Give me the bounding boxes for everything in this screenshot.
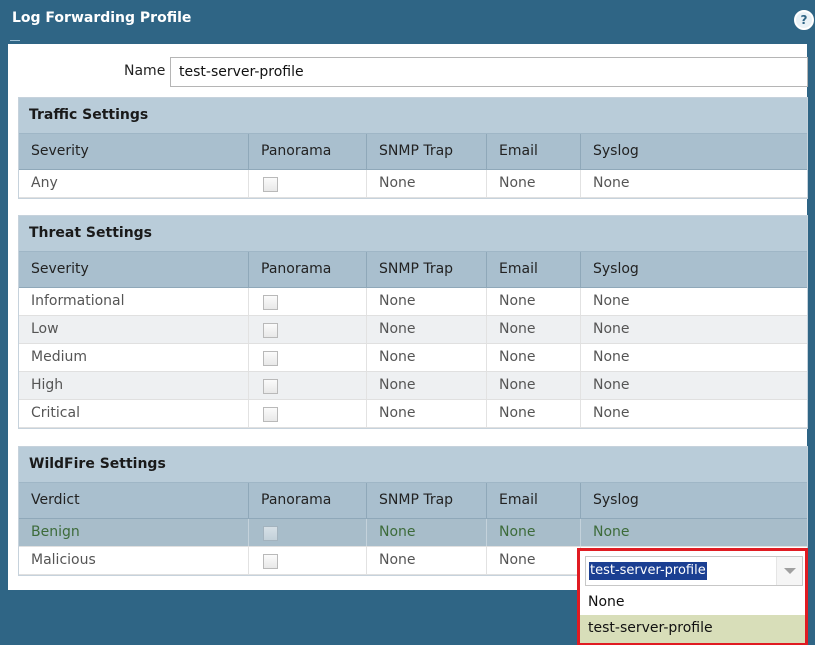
dropdown-option-test-server-profile[interactable]: test-server-profile bbox=[580, 615, 805, 643]
severity-cell: Low bbox=[19, 316, 249, 343]
dialog-titlebar: Log Forwarding Profile bbox=[0, 0, 815, 44]
panorama-cell bbox=[249, 344, 367, 371]
email-cell[interactable]: None bbox=[487, 547, 581, 574]
chevron-down-icon[interactable] bbox=[776, 557, 802, 585]
table-row[interactable]: Benign None None None bbox=[19, 519, 807, 547]
column-header-email[interactable]: Email bbox=[487, 134, 581, 169]
column-header-syslog[interactable]: Syslog bbox=[581, 483, 807, 518]
email-cell[interactable]: None bbox=[487, 170, 581, 197]
threat-settings-section: Threat Settings Severity Panorama SNMP T… bbox=[18, 215, 808, 429]
panorama-checkbox[interactable] bbox=[263, 295, 278, 310]
panorama-cell bbox=[249, 170, 367, 197]
column-header-severity[interactable]: Severity bbox=[19, 252, 249, 287]
email-cell[interactable]: None bbox=[487, 372, 581, 399]
syslog-combobox[interactable]: test-server-profile bbox=[585, 556, 803, 586]
snmp-cell[interactable]: None bbox=[367, 344, 487, 371]
column-header-severity[interactable]: Severity bbox=[19, 134, 249, 169]
section-title: WildFire Settings bbox=[19, 447, 807, 483]
column-header-snmp[interactable]: SNMP Trap bbox=[367, 483, 487, 518]
table-row[interactable]: High None None None bbox=[19, 372, 807, 400]
panorama-checkbox[interactable] bbox=[263, 379, 278, 394]
column-header-row: Severity Panorama SNMP Trap Email Syslog bbox=[19, 134, 807, 170]
email-cell[interactable]: None bbox=[487, 519, 581, 546]
panorama-checkbox[interactable] bbox=[263, 407, 278, 422]
section-title: Threat Settings bbox=[19, 216, 807, 252]
column-header-row: Severity Panorama SNMP Trap Email Syslog bbox=[19, 252, 807, 288]
traffic-settings-section: Traffic Settings Severity Panorama SNMP … bbox=[18, 97, 808, 199]
panorama-checkbox[interactable] bbox=[263, 554, 278, 569]
panorama-checkbox[interactable] bbox=[263, 323, 278, 338]
snmp-cell[interactable]: None bbox=[367, 372, 487, 399]
title-divider bbox=[10, 40, 20, 41]
syslog-cell[interactable]: None bbox=[581, 519, 807, 546]
column-header-snmp[interactable]: SNMP Trap bbox=[367, 252, 487, 287]
syslog-cell[interactable]: None bbox=[581, 344, 807, 371]
table-row[interactable]: Low None None None bbox=[19, 316, 807, 344]
dialog-title: Log Forwarding Profile bbox=[12, 10, 192, 26]
severity-cell: High bbox=[19, 372, 249, 399]
panorama-checkbox[interactable] bbox=[263, 177, 278, 192]
panorama-cell bbox=[249, 288, 367, 315]
panorama-cell bbox=[249, 547, 367, 574]
column-header-snmp[interactable]: SNMP Trap bbox=[367, 134, 487, 169]
verdict-cell: Benign bbox=[19, 519, 249, 546]
syslog-dropdown-highlight: test-server-profile None test-server-pro… bbox=[577, 548, 808, 645]
panorama-cell bbox=[249, 372, 367, 399]
column-header-email[interactable]: Email bbox=[487, 252, 581, 287]
column-header-panorama[interactable]: Panorama bbox=[249, 483, 367, 518]
table-row[interactable]: Medium None None None bbox=[19, 344, 807, 372]
syslog-cell[interactable]: None bbox=[581, 400, 807, 427]
name-label: Name bbox=[124, 63, 166, 79]
snmp-cell[interactable]: None bbox=[367, 316, 487, 343]
syslog-cell[interactable]: None bbox=[581, 170, 807, 197]
snmp-cell[interactable]: None bbox=[367, 519, 487, 546]
panorama-cell bbox=[249, 400, 367, 427]
email-cell[interactable]: None bbox=[487, 344, 581, 371]
table-row[interactable]: Informational None None None bbox=[19, 288, 807, 316]
syslog-cell[interactable]: None bbox=[581, 288, 807, 315]
column-header-email[interactable]: Email bbox=[487, 483, 581, 518]
section-title: Traffic Settings bbox=[19, 98, 807, 134]
severity-cell: Medium bbox=[19, 344, 249, 371]
column-header-syslog[interactable]: Syslog bbox=[581, 134, 807, 169]
snmp-cell[interactable]: None bbox=[367, 170, 487, 197]
verdict-cell: Malicious bbox=[19, 547, 249, 574]
column-header-row: Verdict Panorama SNMP Trap Email Syslog bbox=[19, 483, 807, 519]
email-cell[interactable]: None bbox=[487, 288, 581, 315]
panorama-checkbox[interactable] bbox=[263, 526, 278, 541]
help-icon[interactable]: ? bbox=[794, 10, 814, 30]
severity-cell: Informational bbox=[19, 288, 249, 315]
column-header-verdict[interactable]: Verdict bbox=[19, 483, 249, 518]
email-cell[interactable]: None bbox=[487, 316, 581, 343]
column-header-panorama[interactable]: Panorama bbox=[249, 134, 367, 169]
severity-cell: Any bbox=[19, 170, 249, 197]
syslog-selected-value[interactable]: test-server-profile bbox=[589, 562, 707, 580]
syslog-cell[interactable]: None bbox=[581, 316, 807, 343]
dropdown-option-none[interactable]: None bbox=[580, 589, 805, 617]
name-input[interactable] bbox=[170, 57, 808, 87]
email-cell[interactable]: None bbox=[487, 400, 581, 427]
syslog-cell[interactable]: None bbox=[581, 372, 807, 399]
table-row[interactable]: Critical None None None bbox=[19, 400, 807, 428]
panorama-cell bbox=[249, 519, 367, 546]
snmp-cell[interactable]: None bbox=[367, 288, 487, 315]
column-header-panorama[interactable]: Panorama bbox=[249, 252, 367, 287]
snmp-cell[interactable]: None bbox=[367, 400, 487, 427]
panorama-cell bbox=[249, 316, 367, 343]
snmp-cell[interactable]: None bbox=[367, 547, 487, 574]
table-row[interactable]: Any None None None bbox=[19, 170, 807, 198]
panorama-checkbox[interactable] bbox=[263, 351, 278, 366]
column-header-syslog[interactable]: Syslog bbox=[581, 252, 807, 287]
severity-cell: Critical bbox=[19, 400, 249, 427]
